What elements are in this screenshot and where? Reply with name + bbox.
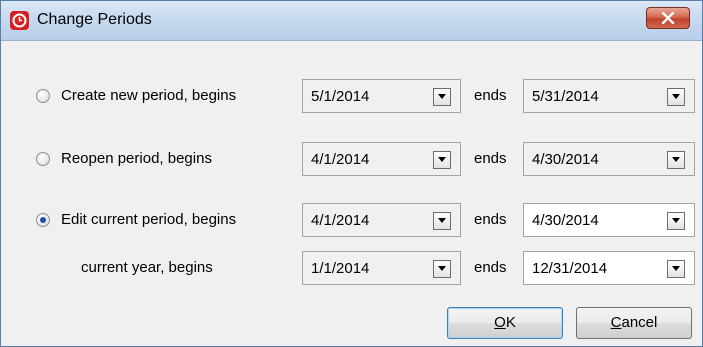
cancel-label-rest: ancel [621, 314, 658, 331]
ok-button[interactable]: OK [447, 307, 563, 339]
current-year-row: current year, begins 1/1/2014 ends 12/31… [1, 251, 702, 285]
year-begin-date-combo[interactable]: 1/1/2014 [302, 251, 461, 285]
close-button[interactable] [646, 7, 690, 29]
reopen-ends-label: ends [474, 150, 507, 167]
create-begin-date-value: 5/1/2014 [311, 88, 370, 105]
chevron-down-icon[interactable] [667, 88, 685, 106]
reopen-period-radio[interactable] [36, 152, 50, 166]
ok-mnemonic: O [494, 314, 506, 331]
create-new-period-label: Create new period, begins [61, 87, 237, 104]
change-periods-dialog: Change Periods Create new period, begins… [0, 0, 703, 347]
edit-ends-label: ends [474, 211, 507, 228]
edit-current-period-label: Edit current period, begins [61, 211, 237, 228]
create-new-period-row: Create new period, begins 5/1/2014 ends … [1, 79, 702, 113]
reopen-end-date-value: 4/30/2014 [532, 151, 599, 168]
create-ends-label: ends [474, 87, 507, 104]
window-title: Change Periods [37, 11, 152, 28]
create-new-period-radio[interactable] [36, 89, 50, 103]
reopen-begin-date-value: 4/1/2014 [311, 151, 370, 168]
edit-end-date-value: 4/30/2014 [532, 212, 599, 229]
chevron-down-icon[interactable] [433, 260, 451, 278]
reopen-begin-date-combo[interactable]: 4/1/2014 [302, 142, 461, 176]
year-end-date-combo[interactable]: 12/31/2014 [523, 251, 695, 285]
close-icon [661, 12, 675, 24]
chevron-down-icon[interactable] [433, 88, 451, 106]
current-year-label: current year, begins [81, 259, 213, 276]
year-ends-label: ends [474, 259, 507, 276]
edit-begin-date-combo[interactable]: 4/1/2014 [302, 203, 461, 237]
create-end-date-value: 5/31/2014 [532, 88, 599, 105]
chevron-down-icon[interactable] [667, 260, 685, 278]
clock-icon [10, 11, 29, 30]
create-end-date-combo[interactable]: 5/31/2014 [523, 79, 695, 113]
ok-label-rest: K [505, 314, 516, 331]
title-bar[interactable]: Change Periods [1, 1, 702, 41]
chevron-down-icon[interactable] [667, 212, 685, 230]
cancel-mnemonic: C [610, 314, 622, 331]
edit-end-date-combo[interactable]: 4/30/2014 [523, 203, 695, 237]
edit-current-period-radio[interactable] [36, 213, 50, 227]
year-begin-date-value: 1/1/2014 [311, 260, 370, 277]
reopen-period-label: Reopen period, begins [61, 150, 212, 167]
cancel-button[interactable]: Cancel [576, 307, 692, 339]
year-end-date-value: 12/31/2014 [532, 260, 608, 277]
edit-begin-date-value: 4/1/2014 [311, 212, 370, 229]
chevron-down-icon[interactable] [433, 151, 451, 169]
edit-current-period-row: Edit current period, begins 4/1/2014 end… [1, 203, 702, 237]
chevron-down-icon[interactable] [433, 212, 451, 230]
reopen-end-date-combo[interactable]: 4/30/2014 [523, 142, 695, 176]
chevron-down-icon[interactable] [667, 151, 685, 169]
reopen-period-row: Reopen period, begins 4/1/2014 ends 4/30… [1, 142, 702, 176]
create-begin-date-combo[interactable]: 5/1/2014 [302, 79, 461, 113]
